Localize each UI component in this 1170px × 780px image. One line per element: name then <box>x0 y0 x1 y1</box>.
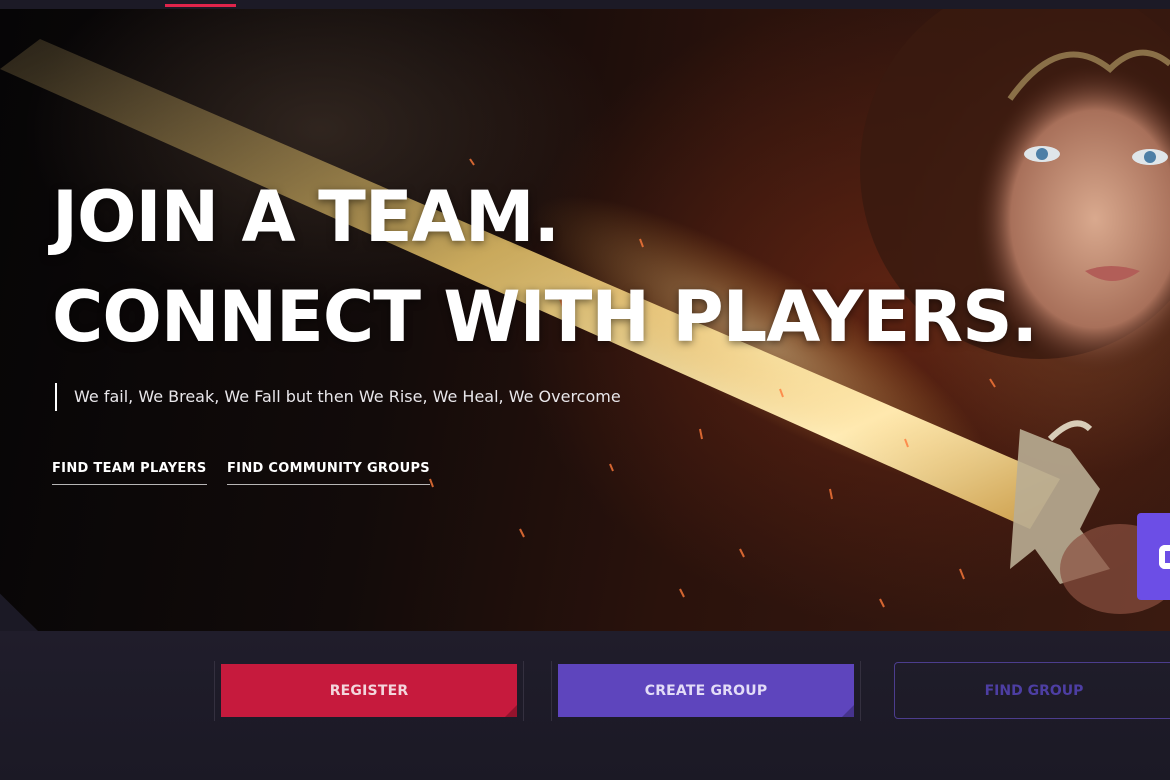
floating-chat-tab[interactable] <box>1137 513 1170 600</box>
action-bar: REGISTER CREATE GROUP FIND GROUP <box>0 631 1170 780</box>
headline-line-1: JOIN A TEAM. <box>52 176 560 258</box>
find-team-players-link[interactable]: FIND TEAM PLAYERS <box>52 461 207 485</box>
button-corner-notch <box>505 705 517 717</box>
hero-headline: JOIN A TEAM. CONNECT WITH PLAYERS. <box>52 167 1038 367</box>
create-group-button-frame: CREATE GROUP <box>551 661 861 721</box>
headline-line-2: CONNECT WITH PLAYERS. <box>52 276 1038 358</box>
register-button-label: REGISTER <box>329 682 409 699</box>
chat-icon <box>1159 545 1170 569</box>
hero-tagline: We fail, We Break, We Fall but then We R… <box>55 383 621 411</box>
create-group-button-label: CREATE GROUP <box>644 682 768 699</box>
find-group-button[interactable]: FIND GROUP <box>894 662 1170 719</box>
find-group-button-label: FIND GROUP <box>984 682 1084 699</box>
create-group-button[interactable]: CREATE GROUP <box>558 664 854 717</box>
find-community-groups-link[interactable]: FIND COMMUNITY GROUPS <box>227 461 430 485</box>
button-corner-notch <box>842 705 854 717</box>
register-button[interactable]: REGISTER <box>221 664 517 717</box>
top-navigation-bar <box>0 0 1170 9</box>
register-button-frame: REGISTER <box>214 661 524 721</box>
active-nav-indicator <box>165 4 236 7</box>
hero-banner: JOIN A TEAM. CONNECT WITH PLAYERS. We fa… <box>0 9 1170 631</box>
